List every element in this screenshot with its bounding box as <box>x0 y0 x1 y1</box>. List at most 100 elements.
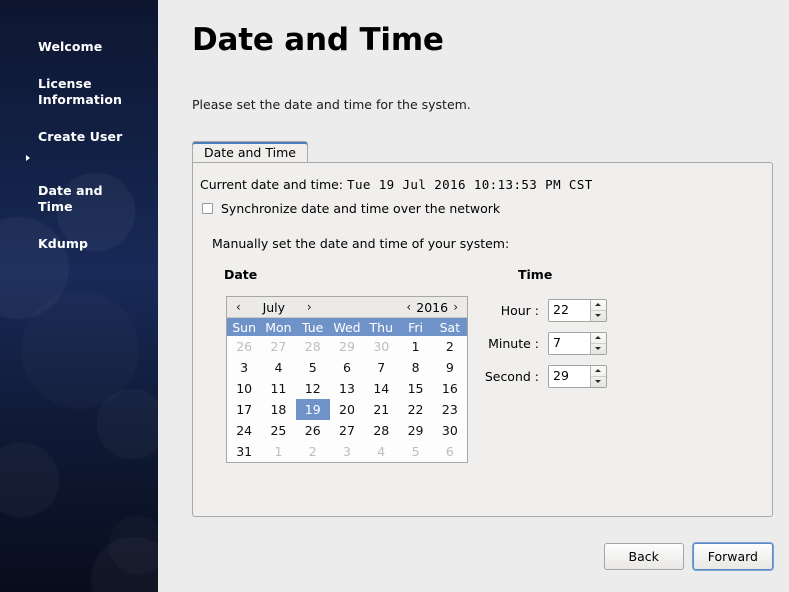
installer-window: Welcome License Information Create User … <box>0 0 789 592</box>
forward-button[interactable]: Forward <box>692 543 773 570</box>
sidebar-item-license-information[interactable]: License Information <box>0 57 158 111</box>
sidebar-item-label: Kdump <box>38 236 89 251</box>
calendar-day[interactable]: 2 <box>295 441 330 462</box>
calendar-weekday-sun: Sun <box>227 318 262 336</box>
second-spinbox[interactable]: 29 <box>548 365 607 388</box>
minute-row: Minute : 7 <box>438 332 607 355</box>
calendar-day[interactable]: 11 <box>261 378 296 399</box>
calendar-body: 26 27 28 29 30 1 2 3 4 5 6 7 8 9 10 11 12 13 14 15 16 17 18 19 2… <box>227 336 467 462</box>
tab-date-and-time[interactable]: Date and Time <box>192 141 308 162</box>
sidebar-item-kdump[interactable]: Kdump <box>0 218 158 255</box>
hour-input[interactable]: 22 <box>549 300 590 321</box>
calendar-day[interactable]: 6 <box>432 441 467 462</box>
calendar-day[interactable]: 23 <box>432 399 467 420</box>
calendar-day[interactable]: 25 <box>261 420 296 441</box>
calendar-day[interactable]: 1 <box>261 441 296 462</box>
hour-label: Hour : <box>500 303 539 318</box>
calendar-day[interactable]: 3 <box>227 357 262 378</box>
calendar-day[interactable]: 10 <box>227 378 262 399</box>
calendar-week-row: 3456789 <box>227 357 467 378</box>
calendar-day[interactable]: 24 <box>227 420 262 441</box>
sidebar-item-label: Welcome <box>38 38 103 54</box>
sidebar-item-create-user[interactable]: Create User <box>0 111 158 148</box>
second-row: Second : 29 <box>438 365 607 388</box>
sync-network-checkbox[interactable] <box>202 203 213 214</box>
sync-network-checkbox-row[interactable]: Synchronize date and time over the netwo… <box>202 201 500 216</box>
calendar-week-row: 17 18 19 20 21 22 23 <box>227 399 467 420</box>
calendar-day[interactable]: 1 <box>398 336 433 357</box>
calendar-widget[interactable]: ‹ July › ‹ 2016 › Sun Mon Tue Wed Thu Fri Sat … <box>226 296 468 463</box>
main-content: Date and Time Please set the date and ti… <box>158 0 789 592</box>
hour-spinbox[interactable]: 22 <box>548 299 607 322</box>
second-input[interactable]: 29 <box>549 366 590 387</box>
calendar-day[interactable]: 7 <box>364 357 399 378</box>
hour-decrement-icon[interactable] <box>591 310 606 321</box>
calendar-month-label: July <box>262 299 286 315</box>
calendar-day[interactable]: 15 <box>398 378 433 399</box>
calendar-weekday-row: Sun Mon Tue Wed Thu Fri Sat <box>227 318 467 336</box>
calendar-day[interactable]: 29 <box>329 336 365 357</box>
calendar-day[interactable]: 27 <box>329 420 365 441</box>
minute-spinbox[interactable]: 7 <box>548 332 607 355</box>
sidebar-item-label: Date and Time <box>38 182 103 215</box>
time-section-heading: Time <box>518 267 553 282</box>
hour-increment-icon[interactable] <box>591 300 606 310</box>
date-section-heading: Date <box>224 267 258 282</box>
calendar-day-selected[interactable]: 19 <box>295 399 330 420</box>
sidebar-item-date-and-time[interactable]: Date and Time <box>0 148 158 218</box>
calendar-day[interactable]: 5 <box>295 357 330 378</box>
calendar-weekday-mon: Mon <box>261 318 296 336</box>
calendar-day[interactable]: 30 <box>364 336 399 357</box>
prev-month-icon[interactable]: ‹ <box>231 298 246 316</box>
calendar-nav-bar: ‹ July › ‹ 2016 › <box>227 297 467 318</box>
sidebar-nav: Welcome License Information Create User … <box>0 20 158 255</box>
calendar-day[interactable]: 6 <box>329 357 365 378</box>
minute-decrement-icon[interactable] <box>591 343 606 354</box>
calendar-day[interactable]: 14 <box>364 378 399 399</box>
calendar-day[interactable]: 20 <box>329 399 365 420</box>
calendar-day[interactable]: 4 <box>261 357 296 378</box>
calendar-day[interactable]: 26 <box>227 336 262 357</box>
manual-set-label: Manually set the date and time of your s… <box>212 236 510 251</box>
second-label: Second : <box>484 369 539 384</box>
calendar-day[interactable]: 4 <box>364 441 399 462</box>
date-and-time-panel: Current date and time: Tue 19 Jul 2016 1… <box>192 162 773 517</box>
calendar-day[interactable]: 3 <box>329 441 365 462</box>
current-date-time-label: Current date and time: <box>200 177 344 192</box>
calendar-grid: Sun Mon Tue Wed Thu Fri Sat 26 27 28 29 30 1 2 3 4 5 6 7 8… <box>227 318 467 462</box>
calendar-day[interactable]: 28 <box>295 336 330 357</box>
current-page-arrow-icon <box>26 154 30 161</box>
calendar-week-row: 26 27 28 29 30 1 2 <box>227 336 467 357</box>
second-decrement-icon[interactable] <box>591 376 606 387</box>
next-month-icon[interactable]: › <box>302 298 317 316</box>
calendar-day[interactable]: 17 <box>227 399 262 420</box>
hour-spinner-buttons <box>590 300 606 321</box>
calendar-week-row: 24 25 26 27 28 29 30 <box>227 420 467 441</box>
calendar-day[interactable]: 29 <box>398 420 433 441</box>
second-spinner-buttons <box>590 366 606 387</box>
sidebar-item-label: License Information <box>38 75 123 108</box>
calendar-day[interactable]: 8 <box>398 357 433 378</box>
minute-increment-icon[interactable] <box>591 333 606 343</box>
sidebar-item-welcome[interactable]: Welcome <box>0 20 158 57</box>
calendar-day[interactable]: 22 <box>398 399 433 420</box>
calendar-day[interactable]: 5 <box>398 441 433 462</box>
calendar-day[interactable]: 30 <box>432 420 467 441</box>
back-button[interactable]: Back <box>603 543 684 570</box>
page-title: Date and Time <box>192 22 444 58</box>
minute-input[interactable]: 7 <box>549 333 590 354</box>
minute-label: Minute : <box>488 336 539 351</box>
calendar-weekday-wed: Wed <box>329 318 365 336</box>
prev-year-icon[interactable]: ‹ <box>401 298 416 316</box>
sync-network-checkbox-label: Synchronize date and time over the netwo… <box>221 201 501 216</box>
calendar-day[interactable]: 28 <box>364 420 399 441</box>
calendar-day[interactable]: 18 <box>261 399 296 420</box>
calendar-day[interactable]: 31 <box>227 441 262 462</box>
calendar-day[interactable]: 26 <box>295 420 330 441</box>
calendar-day[interactable]: 13 <box>329 378 365 399</box>
calendar-day[interactable]: 21 <box>364 399 399 420</box>
calendar-day[interactable]: 12 <box>295 378 330 399</box>
sidebar-item-label: Create User <box>38 129 123 144</box>
calendar-day[interactable]: 27 <box>261 336 296 357</box>
second-increment-icon[interactable] <box>591 366 606 376</box>
